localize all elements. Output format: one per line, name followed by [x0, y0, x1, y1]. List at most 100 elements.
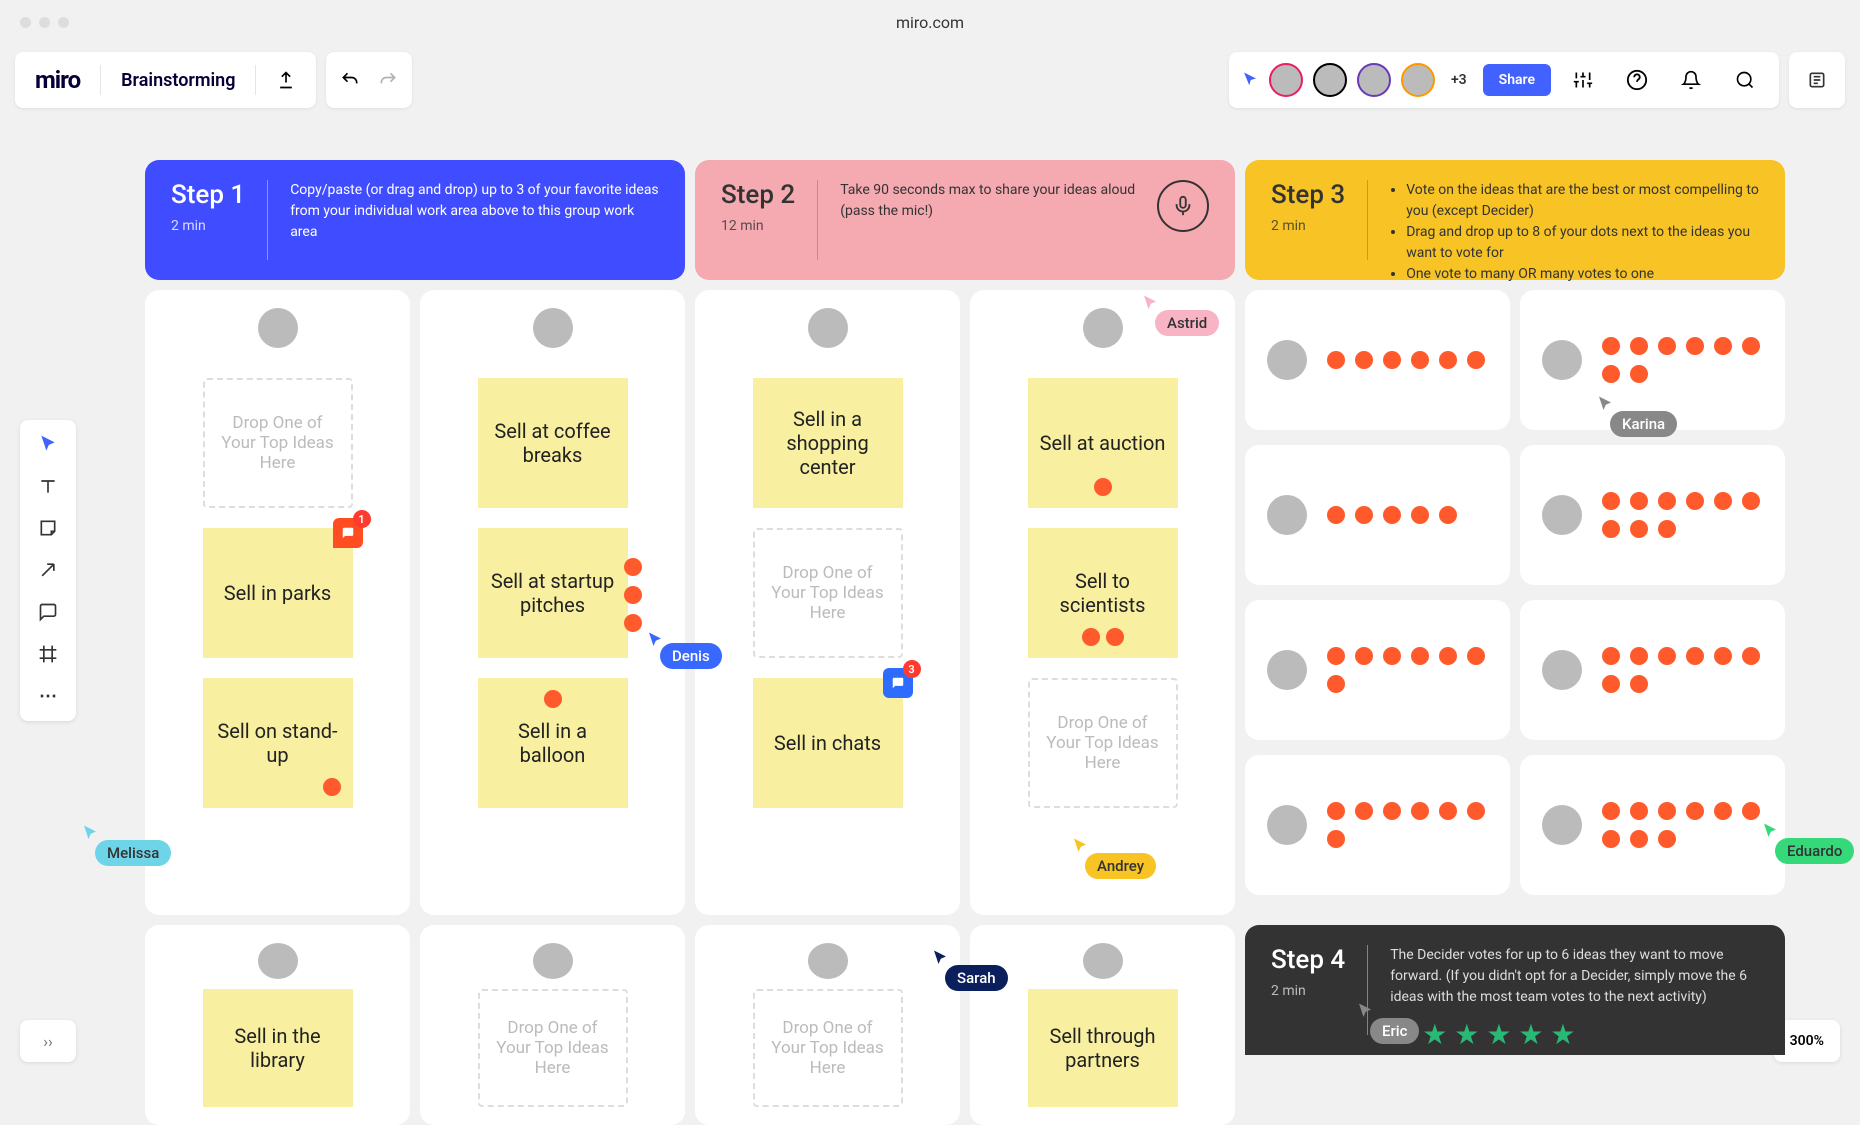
top-toolbar: miro Brainstorming +3 Share [0, 45, 1860, 115]
vote-card[interactable] [1245, 600, 1510, 740]
step-time: 2 min [1271, 983, 1345, 999]
vote-card[interactable] [1520, 445, 1785, 585]
idea-column[interactable]: Sell in the library [145, 925, 410, 1125]
avatar[interactable] [1313, 63, 1347, 97]
drop-zone[interactable]: Drop One of Your Top Ideas Here [753, 989, 903, 1107]
board-name[interactable]: Brainstorming [121, 70, 235, 91]
column-avatar [1083, 308, 1123, 348]
avatar[interactable] [1401, 63, 1435, 97]
more-tools-icon[interactable]: ⋯ [39, 686, 57, 707]
avatars-more[interactable]: +3 [1445, 72, 1473, 88]
vote-dot[interactable] [1106, 628, 1124, 646]
vote-grid[interactable] [1602, 492, 1762, 538]
comment-tool-icon[interactable] [38, 602, 58, 622]
export-icon[interactable] [276, 70, 296, 90]
sticky-tool-icon[interactable] [38, 518, 58, 538]
sticky-note[interactable]: Sell in a shopping center [753, 378, 903, 508]
panel-icon[interactable] [1789, 52, 1845, 108]
vote-card[interactable] [1245, 755, 1510, 895]
column-avatar [808, 308, 848, 348]
window-controls[interactable] [20, 17, 69, 28]
text-tool-icon[interactable] [38, 476, 58, 496]
sticky-note[interactable]: Sell in chats 3 [753, 678, 903, 808]
step-desc: The Decider votes for up to 6 ideas they… [1390, 945, 1759, 1035]
miro-logo[interactable]: miro [35, 66, 80, 94]
settings-icon[interactable] [1561, 70, 1605, 90]
step-1-header[interactable]: Step 12 min Copy/paste (or drag and drop… [145, 160, 685, 280]
drop-zone[interactable]: Drop One of Your Top Ideas Here [753, 528, 903, 658]
logo-block[interactable]: miro Brainstorming [15, 52, 316, 108]
sticky-note[interactable]: Sell at auction [1028, 378, 1178, 508]
step-4-header[interactable]: Step 4 2 min The Decider votes for up to … [1245, 925, 1785, 1055]
column-avatar [1267, 340, 1307, 380]
sticky-note[interactable]: Sell in a balloon [478, 678, 628, 808]
undo-icon[interactable] [340, 70, 360, 90]
step-3-header[interactable]: Step 32 min Vote on the ideas that are t… [1245, 160, 1785, 280]
sticky-note[interactable]: Sell at startup pitches [478, 528, 628, 658]
drop-zone[interactable]: Drop One of Your Top Ideas Here [478, 989, 628, 1107]
sticky-note[interactable]: Sell at coffee breaks [478, 378, 628, 508]
vote-card[interactable] [1520, 755, 1785, 895]
browser-chrome: miro.com [0, 0, 1860, 45]
drop-zone[interactable]: Drop One of Your Top Ideas Here [203, 378, 353, 508]
vote-grid[interactable] [1602, 337, 1762, 383]
share-button[interactable]: Share [1483, 64, 1551, 96]
sticky-note[interactable]: Sell on stand-up [203, 678, 353, 808]
sticky-note[interactable]: Sell in parks 1 [203, 528, 353, 658]
help-icon[interactable] [1615, 69, 1659, 91]
column-avatar [533, 308, 573, 348]
vote-card[interactable] [1245, 290, 1510, 430]
vote-card[interactable] [1520, 600, 1785, 740]
select-tool-icon[interactable] [38, 434, 58, 454]
vote-grid[interactable] [1327, 647, 1487, 693]
vote-dot[interactable] [624, 614, 642, 632]
idea-column[interactable]: Sell through partners [970, 925, 1235, 1125]
step-title: Step 4 [1271, 945, 1345, 975]
avatar[interactable] [1357, 63, 1391, 97]
vote-grid[interactable] [1327, 351, 1485, 369]
decider-stars[interactable]: ★ ★ ★ ★ ★ ★ [1390, 1014, 1759, 1056]
left-toolbox: ⋯ [20, 420, 76, 721]
expand-icon[interactable]: ›› [20, 1020, 76, 1062]
step-desc: Vote on the ideas that are the best or m… [1390, 180, 1759, 260]
canvas[interactable]: Step 12 min Copy/paste (or drag and drop… [145, 160, 1830, 1080]
comment-badge[interactable]: 3 [883, 668, 913, 698]
sticky-note[interactable]: Sell in the library [203, 989, 353, 1107]
sticky-note[interactable]: Sell to scientists [1028, 528, 1178, 658]
vote-dot[interactable] [1082, 628, 1100, 646]
drop-zone[interactable]: Drop One of Your Top Ideas Here [1028, 678, 1178, 808]
vote-dot[interactable] [624, 558, 642, 576]
cursor-eduardo: Eduardo [1775, 838, 1854, 864]
avatar[interactable] [1269, 63, 1303, 97]
frame-tool-icon[interactable] [38, 644, 58, 664]
cursor-mode-icon[interactable] [1241, 71, 1259, 89]
column-avatar [258, 308, 298, 348]
bell-icon[interactable] [1669, 70, 1713, 90]
sticky-note[interactable]: Sell through partners [1028, 989, 1178, 1107]
vote-dot[interactable] [624, 586, 642, 604]
vote-dot[interactable] [323, 778, 341, 796]
arrow-tool-icon[interactable] [38, 560, 58, 580]
column-avatar [1267, 650, 1307, 690]
vote-dot[interactable] [1094, 478, 1112, 496]
idea-column[interactable]: Drop One of Your Top Ideas Here [695, 925, 960, 1125]
step-2-header[interactable]: Step 212 min Take 90 seconds max to shar… [695, 160, 1235, 280]
collaborators: +3 Share [1229, 52, 1779, 108]
vote-card[interactable] [1245, 445, 1510, 585]
redo-icon[interactable] [378, 70, 398, 90]
idea-column[interactable]: Drop One of Your Top Ideas Here Sell in … [145, 290, 410, 915]
url-text: miro.com [896, 13, 964, 32]
column-avatar [258, 943, 298, 979]
vote-card[interactable] [1520, 290, 1785, 430]
vote-grid[interactable] [1327, 506, 1457, 524]
idea-column[interactable]: Sell at auction Sell to scientists Drop … [970, 290, 1235, 915]
search-icon[interactable] [1723, 70, 1767, 90]
vote-grid[interactable] [1327, 802, 1487, 848]
vote-grid[interactable] [1602, 802, 1762, 848]
vote-grid[interactable] [1602, 647, 1762, 693]
idea-column[interactable]: Sell in a shopping center Drop One of Yo… [695, 290, 960, 915]
idea-column[interactable]: Drop One of Your Top Ideas Here [420, 925, 685, 1125]
idea-column[interactable]: Sell at coffee breaks Sell at startup pi… [420, 290, 685, 915]
comment-badge[interactable]: 1 [333, 518, 363, 548]
vote-dot[interactable] [544, 690, 562, 708]
